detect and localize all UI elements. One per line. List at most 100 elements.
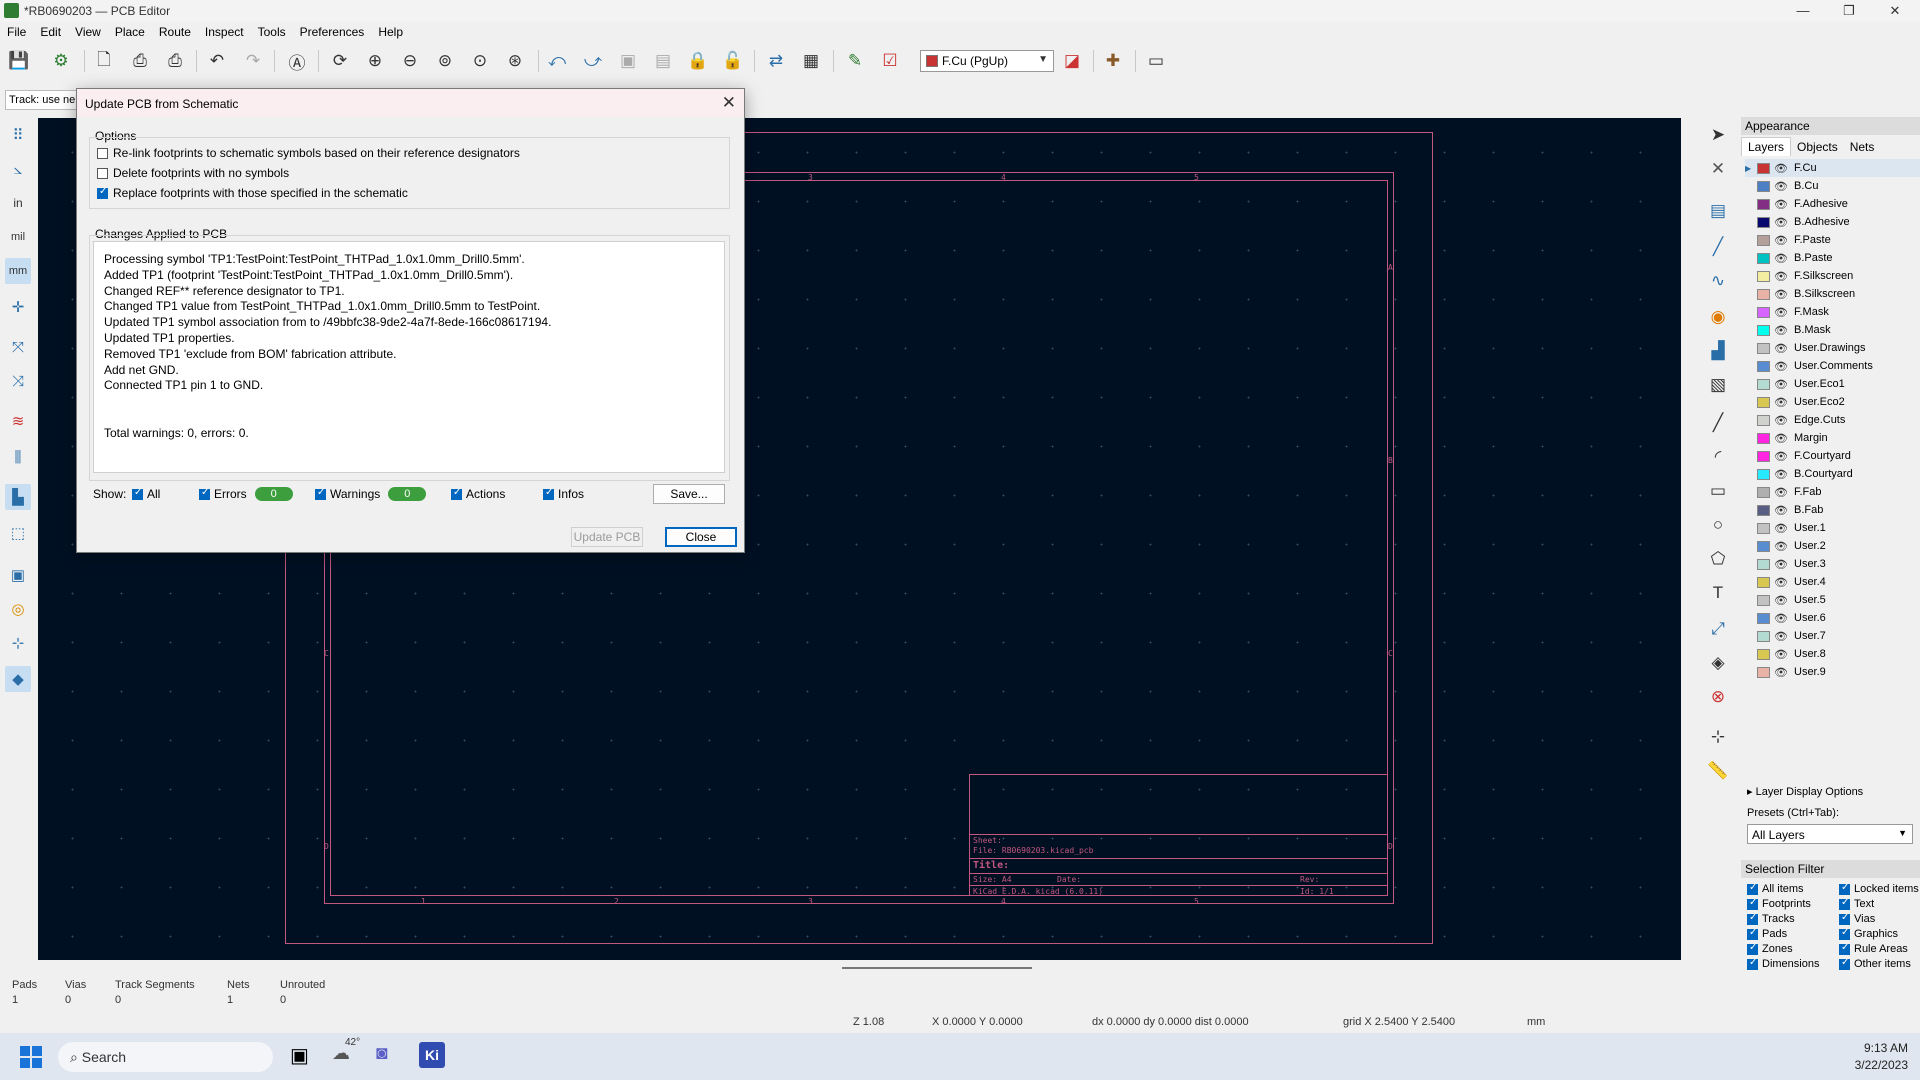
menu-inspect[interactable]: Inspect: [198, 22, 251, 39]
delete-checkbox[interactable]: [97, 167, 108, 179]
cursor-shape-icon[interactable]: ✛: [5, 294, 31, 320]
relink-checkbox[interactable]: [97, 147, 108, 159]
measure-tool-icon[interactable]: 📏: [1705, 758, 1731, 784]
layer-color-swatch[interactable]: [1757, 486, 1770, 498]
selection-filter-checkbox[interactable]: [1747, 942, 1758, 955]
visibility-eye-icon[interactable]: 👁: [1774, 270, 1790, 283]
layer-row[interactable]: 👁 User.5: [1745, 591, 1920, 609]
layer-row[interactable]: 👁 User.Drawings: [1745, 339, 1920, 357]
units-inch-icon[interactable]: in: [5, 190, 31, 216]
lock-icon[interactable]: 🔒: [686, 49, 710, 73]
visibility-eye-icon[interactable]: 👁: [1774, 558, 1790, 571]
filter-infos[interactable]: Infos: [543, 487, 584, 501]
layer-pair-icon[interactable]: ◪: [1060, 49, 1084, 73]
track-width-hint[interactable]: Track: use ne: [5, 90, 79, 110]
selection-filter-checkbox[interactable]: [1839, 912, 1850, 925]
route-track-icon[interactable]: ╱: [1705, 234, 1731, 260]
layer-color-swatch[interactable]: [1757, 198, 1770, 210]
minimize-icon[interactable]: —: [1780, 0, 1826, 22]
layer-row[interactable]: 👁 User.Eco2: [1745, 393, 1920, 411]
print-icon[interactable]: ⎙: [128, 49, 152, 73]
layer-row[interactable]: 👁 F.Mask: [1745, 303, 1920, 321]
layer-color-swatch[interactable]: [1757, 216, 1770, 228]
add-via-icon[interactable]: ◉: [1705, 304, 1731, 330]
units-mm-icon[interactable]: mm: [5, 258, 31, 284]
visibility-eye-icon[interactable]: 👁: [1774, 288, 1790, 301]
layer-color-swatch[interactable]: [1757, 360, 1770, 372]
visibility-eye-icon[interactable]: 👁: [1774, 630, 1790, 643]
high-contrast-icon[interactable]: ≋: [5, 408, 31, 434]
layer-color-swatch[interactable]: [1757, 378, 1770, 390]
taskbar-time[interactable]: 9:13 AM: [1864, 1041, 1908, 1055]
update-pcb-icon[interactable]: ⇄: [764, 49, 788, 73]
layer-row[interactable]: 👁 User.4: [1745, 573, 1920, 591]
selection-filter-item[interactable]: Rule Areas: [1839, 942, 1908, 955]
tab-nets[interactable]: Nets: [1844, 138, 1881, 156]
zone-outline-icon[interactable]: ⬚: [5, 520, 31, 546]
via-display-icon[interactable]: ◎: [5, 596, 31, 622]
scripting-icon[interactable]: ✎: [843, 49, 867, 73]
visibility-eye-icon[interactable]: 👁: [1774, 594, 1790, 607]
add-zone-icon[interactable]: ▟: [1705, 338, 1731, 364]
layer-color-swatch[interactable]: [1757, 666, 1770, 678]
layer-row[interactable]: 👁 User.Eco1: [1745, 375, 1920, 393]
layer-row[interactable]: 👁 User.1: [1745, 519, 1920, 537]
layer-color-swatch[interactable]: [1757, 468, 1770, 480]
tab-layers[interactable]: Layers: [1741, 137, 1792, 156]
unlock-icon[interactable]: 🔓: [721, 49, 745, 73]
file-explorer-icon[interactable]: ▣: [290, 1043, 309, 1068]
refresh-icon[interactable]: ⟳: [328, 49, 352, 73]
menu-help[interactable]: Help: [371, 22, 410, 39]
close-button[interactable]: Close: [665, 527, 737, 547]
zoom-selection-icon[interactable]: ⊛: [503, 49, 527, 73]
visibility-eye-icon[interactable]: 👁: [1774, 612, 1790, 625]
ungroup-icon[interactable]: ▤: [651, 49, 675, 73]
selection-filter-item[interactable]: Pads: [1747, 927, 1787, 940]
selection-filter-item[interactable]: Text: [1839, 897, 1874, 910]
layer-color-swatch[interactable]: [1757, 522, 1770, 534]
selection-filter-item[interactable]: Locked items: [1839, 882, 1919, 895]
visibility-eye-icon[interactable]: 👁: [1774, 414, 1790, 427]
save-report-button[interactable]: Save...: [653, 484, 725, 504]
menu-tools[interactable]: Tools: [251, 22, 293, 39]
selection-filter-item[interactable]: Other items: [1839, 957, 1911, 970]
replace-checkbox[interactable]: [97, 186, 108, 199]
layer-color-swatch[interactable]: [1757, 576, 1770, 588]
visibility-eye-icon[interactable]: 👁: [1774, 324, 1790, 337]
tune-length-icon[interactable]: ∿: [1705, 268, 1731, 294]
warnings-checkbox[interactable]: [315, 487, 326, 500]
layer-row[interactable]: 👁 B.Mask: [1745, 321, 1920, 339]
units-mil-icon[interactable]: mil: [5, 224, 31, 250]
option-replace[interactable]: Replace footprints with those specified …: [97, 186, 408, 200]
board-setup-icon[interactable]: ⚙: [49, 49, 73, 73]
option-delete[interactable]: Delete footprints with no symbols: [97, 166, 289, 180]
visibility-eye-icon[interactable]: 👁: [1774, 468, 1790, 481]
layer-row[interactable]: 👁 B.Cu: [1745, 177, 1920, 195]
visibility-eye-icon[interactable]: 👁: [1774, 576, 1790, 589]
selection-filter-item[interactable]: Vias: [1839, 912, 1875, 925]
rotate-ccw-icon[interactable]: ⤺: [545, 49, 569, 73]
selection-filter-item[interactable]: Footprints: [1747, 897, 1811, 910]
filter-warnings[interactable]: Warnings 0: [315, 487, 427, 501]
selection-filter-checkbox[interactable]: [1839, 897, 1850, 910]
layer-color-swatch[interactable]: [1757, 648, 1770, 660]
layer-color-swatch[interactable]: [1757, 342, 1770, 354]
visibility-eye-icon[interactable]: 👁: [1774, 666, 1790, 679]
page-settings-icon[interactable]: 🗋: [92, 49, 116, 73]
filter-actions[interactable]: Actions: [451, 487, 505, 501]
visibility-eye-icon[interactable]: 👁: [1774, 162, 1790, 175]
layer-color-swatch[interactable]: [1757, 270, 1770, 282]
find-icon[interactable]: Ⓐ: [285, 49, 309, 73]
selection-filter-item[interactable]: Dimensions: [1747, 957, 1819, 970]
maximize-icon[interactable]: ❐: [1826, 0, 1872, 22]
layer-row[interactable]: 👁 B.Paste: [1745, 249, 1920, 267]
visibility-eye-icon[interactable]: 👁: [1774, 198, 1790, 211]
option-relink[interactable]: Re-link footprints to schematic symbols …: [97, 146, 520, 160]
redo-icon[interactable]: ↷: [241, 49, 265, 73]
layer-color-swatch[interactable]: [1757, 450, 1770, 462]
add-text-icon[interactable]: T: [1705, 580, 1731, 606]
draw-polygon-icon[interactable]: ⬠: [1705, 546, 1731, 572]
selection-filter-checkbox[interactable]: [1747, 957, 1758, 970]
visibility-eye-icon[interactable]: 👁: [1774, 450, 1790, 463]
selection-filter-checkbox[interactable]: [1839, 957, 1850, 970]
